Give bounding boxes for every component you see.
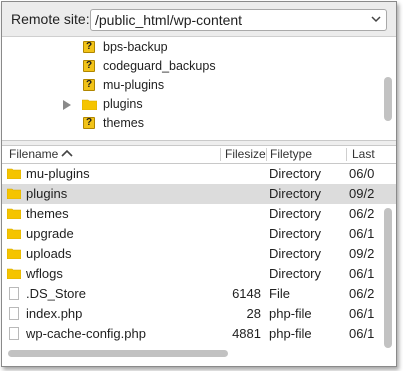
file-type: Directory: [269, 266, 322, 281]
file-type: File: [269, 286, 290, 301]
file-type: Directory: [269, 186, 322, 201]
file-last-modified: 06/2: [349, 286, 375, 301]
chevron-down-icon[interactable]: [370, 13, 382, 25]
tree-item[interactable]: ? mu-plugins: [2, 76, 382, 95]
file-icon: [9, 327, 19, 340]
folder-icon: [7, 268, 21, 279]
file-row[interactable]: mu-plugins Directory 06/0: [2, 164, 396, 184]
file-last-modified: 06/1: [349, 306, 375, 321]
file-last-modified: 06/1: [349, 326, 375, 341]
remote-site-bar: Remote site: /public_html/wp-content: [2, 2, 396, 37]
file-size: 28: [246, 306, 261, 321]
file-type: php-file: [269, 306, 312, 321]
question-folder-icon: ?: [83, 60, 95, 72]
file-row[interactable]: .DS_Store 6148 File 06/2: [2, 284, 396, 304]
tree-item[interactable]: ? bps-backup: [2, 38, 382, 57]
file-last-modified: 06/1: [349, 266, 375, 281]
folder-icon: [7, 168, 21, 179]
tree-item-label[interactable]: plugins: [103, 97, 143, 111]
file-name: mu-plugins: [26, 166, 90, 181]
file-name: wflogs: [26, 266, 63, 281]
remote-directory-tree: ? bps-backup ? codeguard_backups ? mu-pl…: [2, 37, 396, 137]
question-folder-icon: ?: [83, 117, 95, 129]
file-icon: [9, 287, 19, 300]
file-row[interactable]: wp-cache-config.php 4881 php-file 06/1: [2, 324, 396, 344]
file-type: Directory: [269, 206, 322, 221]
file-name: wp-cache-config.php: [26, 326, 146, 341]
folder-icon: [7, 248, 21, 259]
sort-ascending-icon[interactable]: [61, 149, 73, 158]
tree-item-label[interactable]: mu-plugins: [103, 78, 164, 92]
file-list: mu-plugins Directory 06/0 plugins Direct…: [2, 164, 396, 356]
remote-site-path[interactable]: /public_html/wp-content: [95, 12, 242, 28]
column-divider[interactable]: [346, 148, 347, 161]
question-folder-icon: ?: [83, 41, 95, 53]
folder-icon: [82, 99, 97, 110]
file-list-horizontal-scrollbar[interactable]: [8, 350, 228, 357]
file-size: 6148: [232, 286, 261, 301]
file-name: plugins: [26, 186, 68, 201]
file-list-header: Filename Filesize Filetype Last: [2, 146, 396, 164]
file-name: uploads: [26, 246, 72, 261]
remote-site-panel: Remote site: /public_html/wp-content ? b…: [1, 1, 397, 367]
file-type: php-file: [269, 326, 312, 341]
folder-icon: [7, 188, 21, 199]
file-row[interactable]: index.php 28 php-file 06/1: [2, 304, 396, 324]
folder-icon: [7, 228, 21, 239]
tree-item-label[interactable]: codeguard_backups: [103, 59, 216, 73]
tree-item[interactable]: plugins: [2, 95, 382, 114]
file-last-modified: 06/2: [349, 206, 375, 221]
column-divider[interactable]: [266, 148, 267, 161]
tree-item-label[interactable]: themes: [103, 116, 144, 130]
column-divider[interactable]: [220, 148, 221, 161]
file-type: Directory: [269, 226, 322, 241]
folder-icon: [7, 208, 21, 219]
file-row[interactable]: uploads Directory 09/2: [2, 244, 396, 264]
file-name: upgrade: [26, 226, 74, 241]
file-list-vertical-scrollbar[interactable]: [384, 208, 392, 348]
tree-scrollbar[interactable]: [384, 77, 392, 121]
file-last-modified: 09/2: [349, 246, 375, 261]
file-name: index.php: [26, 306, 83, 321]
file-last-modified: 06/0: [349, 166, 375, 181]
file-name: themes: [26, 206, 69, 221]
file-last-modified: 06/1: [349, 226, 375, 241]
file-type: Directory: [269, 246, 322, 261]
file-last-modified: 09/2: [349, 186, 375, 201]
remote-site-label: Remote site:: [11, 11, 90, 27]
column-header-filetype[interactable]: Filetype: [270, 147, 312, 161]
column-header-filename[interactable]: Filename: [9, 147, 58, 161]
file-row[interactable]: themes Directory 06/2: [2, 204, 396, 224]
question-folder-icon: ?: [83, 79, 95, 91]
file-row[interactable]: upgrade Directory 06/1: [2, 224, 396, 244]
file-row-selected[interactable]: plugins Directory 09/2: [2, 184, 396, 204]
file-name: .DS_Store: [26, 286, 86, 301]
column-header-last-modified[interactable]: Last: [352, 147, 375, 161]
file-row[interactable]: wflogs Directory 06/1: [2, 264, 396, 284]
remote-site-path-combobox[interactable]: /public_html/wp-content: [90, 9, 387, 31]
file-type: Directory: [269, 166, 322, 181]
expand-arrow-icon[interactable]: [63, 100, 71, 110]
file-size: 4881: [232, 326, 261, 341]
tree-item-label[interactable]: bps-backup: [103, 40, 168, 54]
column-header-filesize[interactable]: Filesize: [225, 147, 266, 161]
tree-item[interactable]: ? codeguard_backups: [2, 57, 382, 76]
tree-item[interactable]: ? themes: [2, 114, 382, 133]
file-icon: [9, 307, 19, 320]
